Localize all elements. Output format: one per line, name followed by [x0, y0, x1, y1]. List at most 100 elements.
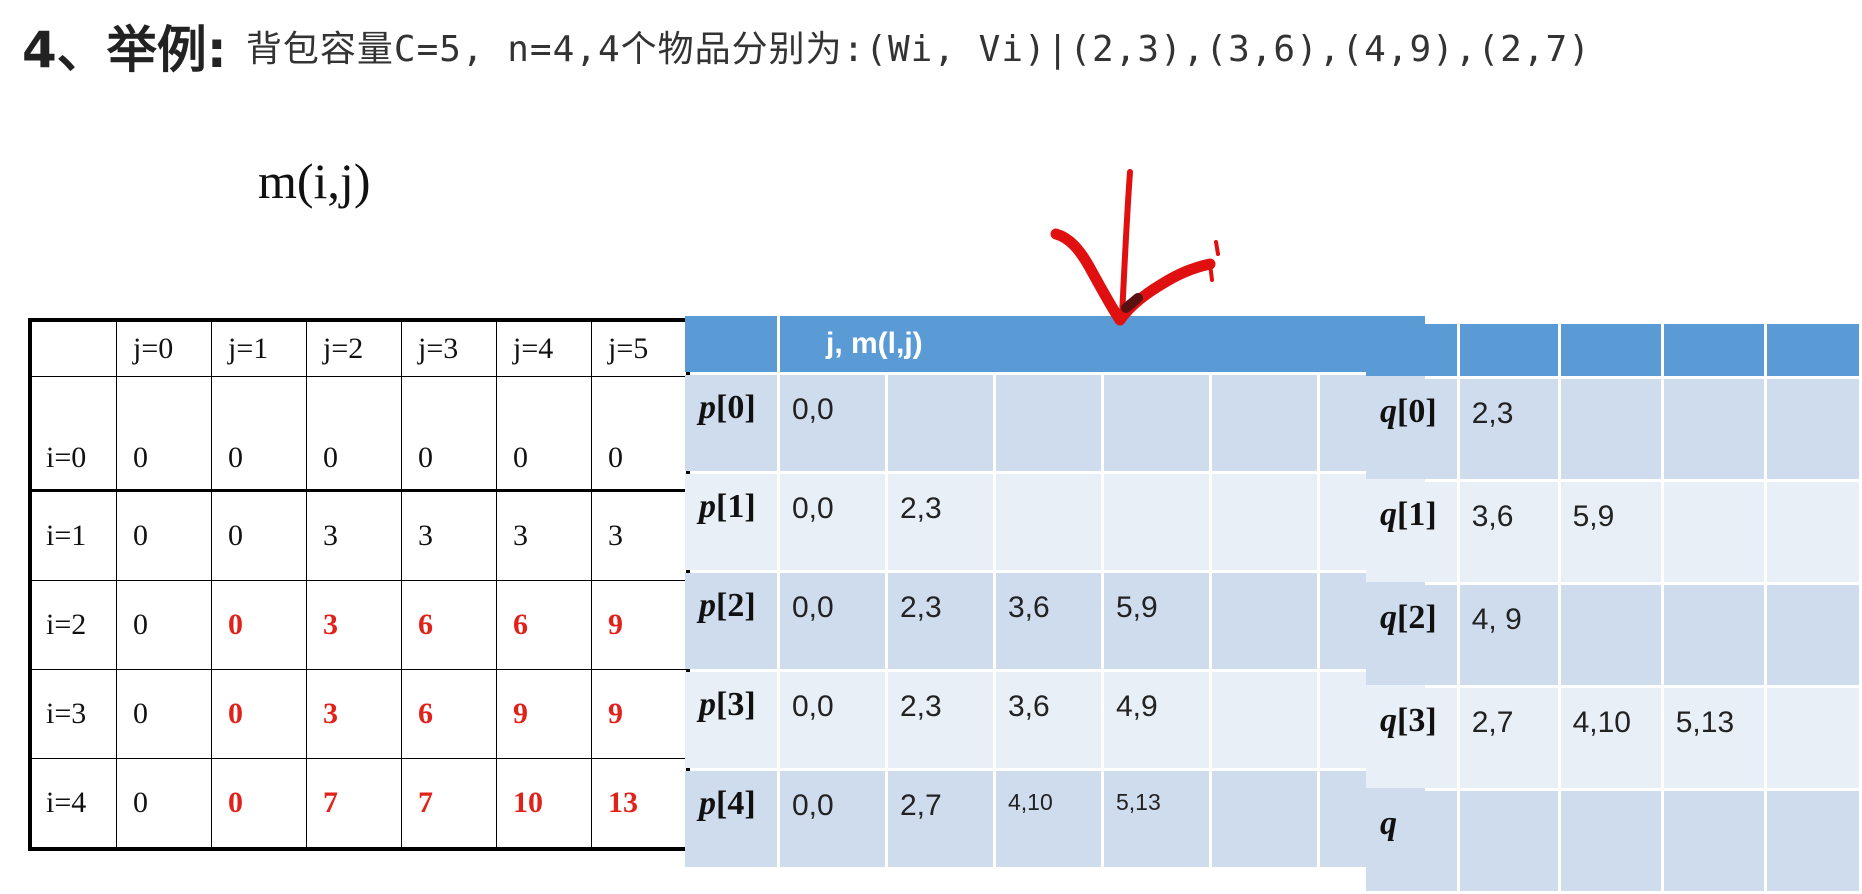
q-cell [1766, 585, 1859, 685]
dp-cell: 0 [116, 758, 212, 850]
q-row-label: q [1366, 791, 1457, 891]
dp-cell-highlight: 9 [591, 580, 689, 670]
p-cell [1104, 375, 1209, 471]
p-cell: 0,0 [780, 672, 885, 768]
p-table: j, m(l,j) p[0] 0,0 p[1] 0,0 2,3 p[2] 0,0… [682, 313, 1428, 870]
dp-row-label: i=2 [29, 580, 117, 670]
dp-cell: 0 [591, 376, 689, 492]
p-cell [1212, 375, 1317, 471]
slide-header: 4、举例: 背包容量C=5, n=4,4个物品分别为:(Wi, Vi)|(2,3… [22, 10, 1591, 82]
dp-cell: 0 [401, 376, 497, 492]
dp-cell-highlight: 7 [306, 758, 402, 850]
q-header-row [1366, 324, 1859, 376]
q-header-cell [1459, 324, 1558, 376]
p-cell: 0,0 [780, 375, 885, 471]
q-row: q[0] 2,3 [1366, 379, 1859, 479]
q-row: q [1366, 791, 1859, 891]
q-row: q[3] 2,7 4,10 5,13 [1366, 688, 1859, 788]
dp-table: j=0 j=1 j=2 j=3 j=4 j=5 i=0 0 0 0 0 0 0 … [28, 318, 690, 851]
p-row-label: p[2] [685, 573, 777, 669]
dp-row-label: i=4 [29, 758, 117, 850]
p-cell: 2,3 [888, 573, 993, 669]
dp-cell-highlight: 6 [401, 580, 497, 670]
dp-col-header: j=3 [401, 319, 497, 377]
m-table-title: m(i,j) [258, 153, 371, 209]
p-cell [1212, 474, 1317, 570]
example-label: 4、举例: [22, 21, 227, 79]
q-header-cell [1663, 324, 1764, 376]
dp-cell-highlight: 10 [496, 758, 592, 850]
dp-cell-highlight: 0 [211, 669, 307, 759]
dp-cell: 0 [116, 669, 212, 759]
q-cell [1766, 482, 1859, 582]
dp-cell: 0 [116, 490, 212, 581]
dp-col-header: j=0 [116, 319, 212, 377]
q-cell [1560, 585, 1661, 685]
dp-cell: 3 [591, 490, 689, 581]
p-cell: 4,10 [996, 771, 1101, 867]
q-cell [1560, 791, 1661, 891]
q-row: q[2] 4, 9 [1366, 585, 1859, 685]
p-cell: 3,6 [996, 573, 1101, 669]
p-cell: 0,0 [780, 474, 885, 570]
dp-header-row: j=0 j=1 j=2 j=3 j=4 j=5 [29, 319, 689, 377]
dp-cell: 0 [496, 376, 592, 492]
p-row-label: p[4] [685, 771, 777, 867]
dp-cell-highlight: 3 [306, 669, 402, 759]
p-row: p[0] 0,0 [685, 375, 1425, 471]
dp-corner-cell [29, 319, 117, 377]
dp-cell: 0 [211, 376, 307, 492]
q-cell [1766, 791, 1859, 891]
dp-cell: 3 [401, 490, 497, 581]
dp-col-header: j=4 [496, 319, 592, 377]
q-cell [1663, 379, 1764, 479]
q-row-label: q[3] [1366, 688, 1457, 788]
p-row-label: p[1] [685, 474, 777, 570]
q-cell [1560, 379, 1661, 479]
p-cell: 2,3 [888, 672, 993, 768]
p-row: p[2] 0,0 2,3 3,6 5,9 [685, 573, 1425, 669]
dp-col-header: j=5 [591, 319, 689, 377]
q-cell [1663, 482, 1764, 582]
q-row-label: q[2] [1366, 585, 1457, 685]
dp-cell: 0 [306, 376, 402, 492]
q-cell: 5,13 [1663, 688, 1764, 788]
p-row: p[4] 0,0 2,7 4,10 5,13 [685, 771, 1425, 867]
p-cell: 5,9 [1104, 573, 1209, 669]
dp-cell-highlight: 9 [496, 669, 592, 759]
p-row-label: p[0] [685, 375, 777, 471]
dp-row-label: i=1 [29, 490, 117, 581]
dp-row-label: i=0 [29, 376, 117, 492]
p-row: p[3] 0,0 2,3 3,6 4,9 [685, 672, 1425, 768]
q-row-label: q[1] [1366, 482, 1457, 582]
q-cell: 5,9 [1560, 482, 1661, 582]
p-cell: 4,9 [1104, 672, 1209, 768]
p-cell [996, 375, 1101, 471]
p-cell [996, 474, 1101, 570]
q-cell [1459, 791, 1558, 891]
p-cell: 5,13 [1104, 771, 1209, 867]
dp-cell-highlight: 0 [211, 580, 307, 670]
dp-cell: 3 [306, 490, 402, 581]
p-cell [1212, 573, 1317, 669]
p-cell: 0,0 [780, 573, 885, 669]
p-cell: 3,6 [996, 672, 1101, 768]
p-header-corner [685, 316, 777, 372]
q-cell: 3,6 [1459, 482, 1558, 582]
dp-cell-highlight: 3 [306, 580, 402, 670]
dp-cell-highlight: 6 [496, 580, 592, 670]
dp-row: i=2 0 0 3 6 6 9 [29, 580, 689, 670]
p-cell: 2,7 [888, 771, 993, 867]
dp-row: i=3 0 0 3 6 9 9 [29, 669, 689, 759]
dp-row: i=0 0 0 0 0 0 0 [29, 376, 689, 492]
p-cell [1212, 672, 1317, 768]
dp-cell: 3 [496, 490, 592, 581]
q-cell: 4, 9 [1459, 585, 1558, 685]
dp-cell-highlight: 13 [591, 758, 689, 850]
dp-cell-highlight: 0 [211, 758, 307, 850]
q-cell: 2,7 [1459, 688, 1558, 788]
p-cell [1212, 771, 1317, 867]
p-row: p[1] 0,0 2,3 [685, 474, 1425, 570]
problem-statement: 背包容量C=5, n=4,4个物品分别为:(Wi, Vi)|(2,3),(3,6… [245, 29, 1591, 70]
p-cell [1104, 474, 1209, 570]
